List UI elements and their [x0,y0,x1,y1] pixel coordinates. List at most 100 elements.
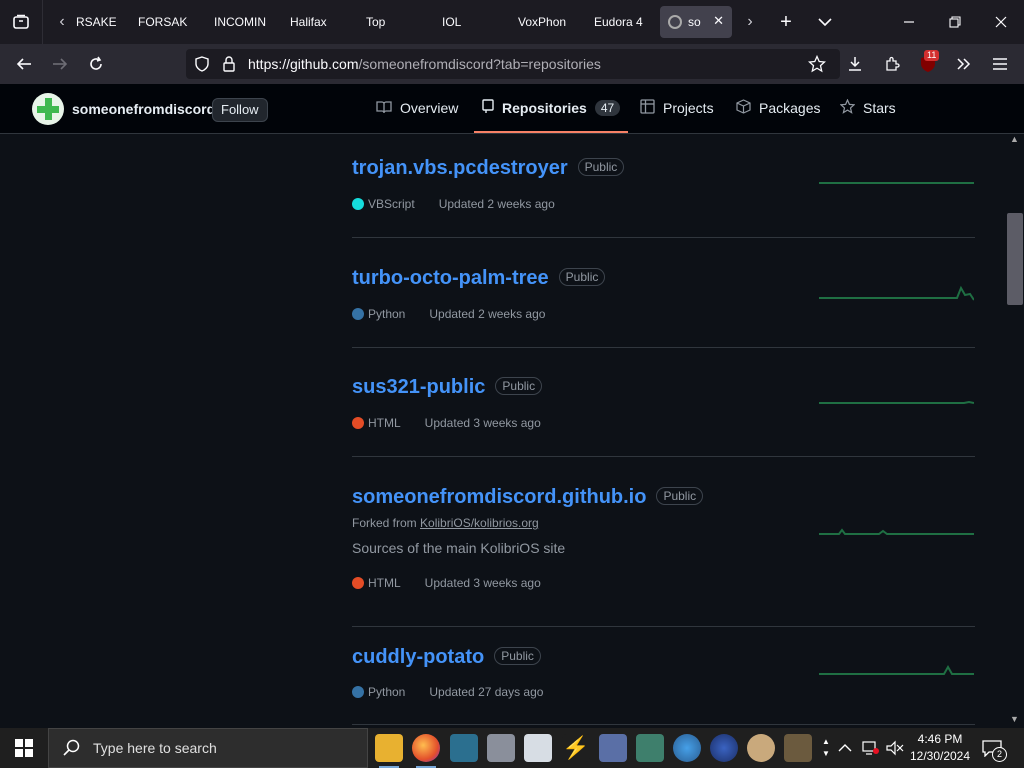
minimize-button[interactable] [894,8,924,36]
terminal-app-icon[interactable] [450,734,478,762]
chevron-down-icon[interactable]: ▼ [822,748,830,760]
file-explorer-icon[interactable] [375,734,403,768]
taskbar-clock[interactable]: 4:46 PM 12/30/2024 [904,731,976,765]
arrow-left-icon [16,58,31,70]
puzzle-icon [886,56,900,71]
scroll-down-icon[interactable]: ▼ [1010,714,1019,724]
taskbar-search[interactable]: Type here to search [48,728,368,768]
browser-tab[interactable]: INCOMIN [214,6,266,38]
earth-app-icon[interactable] [710,734,738,762]
repo-name-link[interactable]: sus321-public [352,376,485,398]
avatar[interactable] [32,93,64,125]
repo-name-link[interactable]: cuddly-potato [352,646,484,668]
globe-app-icon[interactable] [673,734,701,762]
scrollbar-thumb[interactable] [1007,213,1023,305]
follow-button[interactable]: Follow [212,98,268,122]
close-tab-icon[interactable]: ✕ [713,13,724,29]
bookmark-star-icon[interactable] [808,55,826,73]
browser-tab[interactable]: IOL [442,6,482,38]
browser-tab[interactable]: FORSAKE [138,6,188,38]
shield-icon[interactable] [194,56,210,72]
app-window-icon[interactable] [524,734,552,762]
menu-button[interactable] [986,50,1014,78]
clock-date: 12/30/2024 [909,749,971,763]
back-button[interactable] [10,50,38,78]
tab-list-icon [13,14,29,29]
notification-center-button[interactable]: 2 [982,728,1007,768]
firefox-icon[interactable] [412,734,440,768]
url-path: /someonefromdiscord?tab=repositories [358,56,601,72]
tab-title: RSAKE [76,15,116,29]
show-hidden-icons-button[interactable] [838,728,852,768]
tab-title: FORSAKE [138,15,188,29]
repo-name-row: turbo-octo-palm-tree Public [352,267,606,290]
scroll-up-icon[interactable]: ▲ [1010,134,1019,144]
forward-button[interactable] [46,50,74,78]
downloads-button[interactable] [841,50,869,78]
tab-overview-label: Overview [400,100,459,116]
tab-overview[interactable]: Overview [376,84,458,132]
tab-stars[interactable]: Stars [839,84,896,132]
extensions-button[interactable] [878,50,906,78]
browser-tab[interactable]: Top [366,6,406,38]
hamburger-menu-icon [993,58,1007,70]
tab-title: Eudora 4 [594,15,643,29]
volume-muted-icon[interactable] [886,728,904,768]
repo-language: Python [368,685,406,699]
scroll-tabs-right-icon[interactable]: › [740,12,760,32]
tab-list-button[interactable] [0,0,43,44]
language-color-dot [352,198,364,210]
repo-name-link[interactable]: someonefromdiscord.github.io [352,486,646,508]
new-tab-button[interactable]: + [771,8,801,36]
list-all-tabs-button[interactable] [810,8,840,36]
chevron-up-icon[interactable]: ▲ [822,736,830,748]
restore-icon [949,16,961,28]
paint-app-icon[interactable] [747,734,775,762]
restore-button[interactable] [940,8,970,36]
tab-packages-label: Packages [759,100,821,116]
visibility-badge: Public [558,268,606,286]
repo-updated: Updated 3 weeks ago [424,416,541,430]
close-window-button[interactable] [986,8,1016,36]
browser-tab[interactable]: RSAKE [76,6,116,38]
activity-sparkline [819,182,974,184]
tab-repositories-label: Repositories [502,100,587,116]
taskbar-scroll[interactable]: ▲ ▼ [818,728,834,768]
scroll-tabs-left-icon[interactable]: ‹ [52,12,72,32]
tab-packages[interactable]: Packages [736,84,820,132]
forked-from: Forked from KolibriOS/kolibrios.org [352,516,539,530]
forked-from-link[interactable]: KolibriOS/kolibrios.org [420,516,539,530]
profile-username[interactable]: someonefromdiscord [72,101,215,117]
address-bar[interactable]: https://github.com/someonefromdiscord?ta… [186,49,840,79]
repositories-count: 47 [594,100,621,116]
tab-title: Top [366,15,386,29]
repo-list-item: turbo-octo-palm-tree Public Python Update… [352,237,975,348]
repo-updated: Updated 2 weeks ago [429,307,546,321]
repo-meta: VBScript Updated 2 weeks ago [352,197,555,211]
divider [352,724,975,725]
tab-projects[interactable]: Projects [640,84,714,132]
lock-icon[interactable] [222,56,236,72]
browser-tab[interactable]: Eudora 4 [594,6,646,38]
more-tools-button[interactable] [950,50,978,78]
tab-title: Halifax [290,15,327,29]
app-grid-icon[interactable] [599,734,627,762]
activity-sparkline [819,528,974,535]
tab-repositories[interactable]: Repositories 47 [473,84,629,133]
repo-list-item: someonefromdiscord.github.io Public Forke… [352,456,975,627]
lightning-app-icon[interactable]: ⚡ [562,734,590,762]
extension-badge: 11 [924,50,940,61]
browser-tab[interactable]: VoxPhon [518,6,570,38]
network-icon[interactable] [862,728,880,768]
browser-tab-active[interactable]: so ✕ [660,6,732,38]
repo-name-link[interactable]: trojan.vbs.pcdestroyer [352,157,568,179]
start-button[interactable] [0,728,48,768]
browser-tab[interactable]: Halifax [290,6,340,38]
app-figure-icon[interactable] [784,734,812,762]
app-monitor-icon[interactable] [636,734,664,762]
repo-meta: Python Updated 2 weeks ago [352,307,545,321]
repo-name-link[interactable]: turbo-octo-palm-tree [352,267,549,289]
app-cube-icon[interactable] [487,734,515,762]
reload-button[interactable] [82,50,110,78]
book-icon [376,100,392,117]
